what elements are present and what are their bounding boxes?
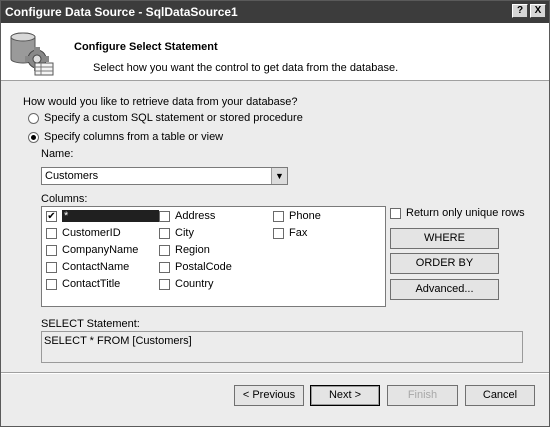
unique-rows-label: Return only unique rows <box>406 207 525 219</box>
name-label: Name: <box>41 148 74 160</box>
column-label: CompanyName <box>62 244 139 256</box>
checkbox[interactable] <box>159 278 170 290</box>
dialog-window: Configure Data Source - SqlDataSource1 ?… <box>0 0 550 427</box>
radio-label: Specify a custom SQL statement or stored… <box>44 112 303 124</box>
order-by-button[interactable]: ORDER BY <box>390 253 499 274</box>
column-label: CustomerID <box>62 227 121 239</box>
table-name-value: Customers <box>45 170 99 182</box>
column-label: Region <box>175 244 210 256</box>
cancel-button[interactable]: Cancel <box>465 385 535 406</box>
checkbox[interactable] <box>46 261 57 273</box>
radio-button[interactable] <box>28 131 39 143</box>
footer-divider <box>1 372 549 374</box>
chevron-down-icon[interactable]: ▼ <box>271 168 287 184</box>
next-button[interactable]: Next > <box>310 385 380 406</box>
column-item-star[interactable]: ✔ * <box>46 209 159 223</box>
column-label: Phone <box>289 210 321 222</box>
checkbox[interactable] <box>159 210 170 222</box>
checkbox[interactable]: ✔ <box>46 210 57 222</box>
header-subtitle: Select how you want the control to get d… <box>93 62 399 74</box>
previous-button[interactable]: < Previous <box>234 385 304 406</box>
select-statement-text: SELECT * FROM [Customers] <box>44 335 192 347</box>
column-item[interactable]: CustomerID <box>46 226 121 240</box>
column-item[interactable]: PostalCode <box>159 260 232 274</box>
column-item[interactable]: Fax <box>273 226 307 240</box>
column-label: Address <box>175 210 216 222</box>
help-button[interactable]: ? <box>512 4 528 18</box>
retrieve-question: How would you like to retrieve data from… <box>23 96 298 108</box>
checkbox[interactable] <box>159 227 170 239</box>
radio-label: Specify columns from a table or view <box>44 131 224 143</box>
select-statement-box: SELECT * FROM [Customers] <box>41 331 523 363</box>
column-item[interactable]: Address <box>159 209 215 223</box>
column-label: ContactName <box>62 261 130 273</box>
column-label: Fax <box>289 227 308 239</box>
checkbox[interactable] <box>159 244 170 256</box>
finish-button[interactable]: Finish <box>387 385 458 406</box>
wizard-header: Configure Select Statement Select how yo… <box>1 23 549 81</box>
where-button[interactable]: WHERE <box>390 228 499 249</box>
title-bar: Configure Data Source - SqlDataSource1 ?… <box>1 1 549 23</box>
checkbox[interactable] <box>46 244 57 256</box>
column-label: City <box>175 227 194 239</box>
column-item[interactable]: CompanyName <box>46 243 138 257</box>
column-item[interactable]: ContactName <box>46 260 129 274</box>
header-title: Configure Select Statement <box>74 41 218 53</box>
column-label: PostalCode <box>175 261 232 273</box>
advanced-button[interactable]: Advanced... <box>390 279 499 300</box>
checkbox[interactable] <box>273 227 284 239</box>
window-title: Configure Data Source - SqlDataSource1 <box>5 5 238 19</box>
checkbox[interactable] <box>273 210 284 222</box>
checkbox[interactable] <box>390 207 401 219</box>
column-item[interactable]: ContactTitle <box>46 277 120 291</box>
column-label: * <box>62 210 159 222</box>
database-gear-icon <box>10 32 54 76</box>
select-statement-label: SELECT Statement: <box>41 318 140 330</box>
column-item[interactable]: Region <box>159 243 210 257</box>
columns-list: ✔ * CustomerID CompanyName ContactName C… <box>41 206 386 307</box>
column-label: ContactTitle <box>62 278 121 290</box>
close-button[interactable]: X <box>530 4 546 18</box>
checkbox[interactable] <box>159 261 170 273</box>
columns-label: Columns: <box>41 193 88 205</box>
radio-custom-sql[interactable]: Specify a custom SQL statement or stored… <box>28 112 303 124</box>
unique-rows-checkbox[interactable]: Return only unique rows <box>390 207 525 219</box>
column-item[interactable]: Country <box>159 277 214 291</box>
checkbox[interactable] <box>46 227 57 239</box>
radio-button[interactable] <box>28 112 39 124</box>
table-name-select[interactable]: Customers ▼ <box>41 167 288 185</box>
checkbox[interactable] <box>46 278 57 290</box>
column-item[interactable]: City <box>159 226 194 240</box>
column-item[interactable]: Phone <box>273 209 321 223</box>
column-label: Country <box>175 278 214 290</box>
radio-specify-columns[interactable]: Specify columns from a table or view <box>28 131 223 143</box>
